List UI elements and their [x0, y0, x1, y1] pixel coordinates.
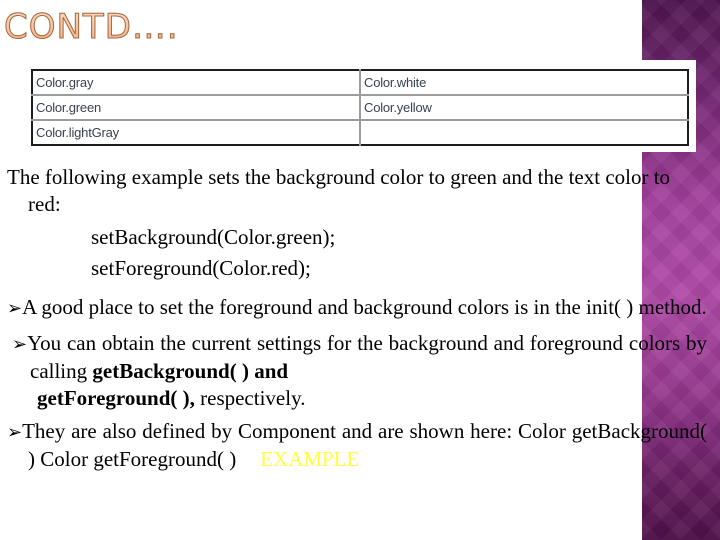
table-cell: Color.gray [36, 75, 94, 90]
color-constants-table: Color.gray Color.white Color.green Color… [31, 69, 689, 146]
table-cell: Color.lightGray [32, 119, 360, 145]
code-line: setForeground(Color.red); [91, 256, 311, 280]
slide-title: CONTD…. [4, 2, 179, 52]
bullet-text: They are also defined by Component and a… [22, 419, 707, 471]
bullet-item: ➢They are also defined by Component and … [7, 418, 707, 473]
table-cell [359, 119, 688, 145]
arrow-bullet-icon: ➢ [7, 298, 23, 319]
bullet-text: respectively. [194, 386, 306, 410]
example-link[interactable]: EXAMPLE [260, 447, 359, 471]
table-cell: Color.green [32, 94, 360, 120]
arrow-bullet-icon: ➢ [7, 422, 23, 443]
bold-method-name: getForeground( ), [37, 386, 195, 410]
bullet-text: A good place to set the foreground and b… [22, 295, 707, 319]
bullet-item: ➢A good place to set the foreground and … [7, 294, 707, 322]
color-table-frame: Color.gray Color.white Color.green Color… [26, 60, 696, 152]
table-row: Color.lightGray [32, 119, 688, 145]
table-cell: Color.yellow [359, 94, 688, 120]
table-row: Color.gray Color.white [32, 70, 688, 95]
bullet-item: ➢You can obtain the current settings for… [7, 330, 707, 412]
arrow-bullet-icon: ➢ [12, 334, 28, 355]
table-cell: Color.white [359, 70, 688, 95]
code-line: setBackground(Color.green); [91, 225, 336, 249]
slide-body: The following example sets the backgroun… [7, 164, 707, 473]
intro-paragraph: The following example sets the backgroun… [7, 165, 671, 216]
table-row: Color.green Color.yellow [32, 94, 688, 120]
bold-method-name: getBackground( ) and [92, 359, 289, 383]
